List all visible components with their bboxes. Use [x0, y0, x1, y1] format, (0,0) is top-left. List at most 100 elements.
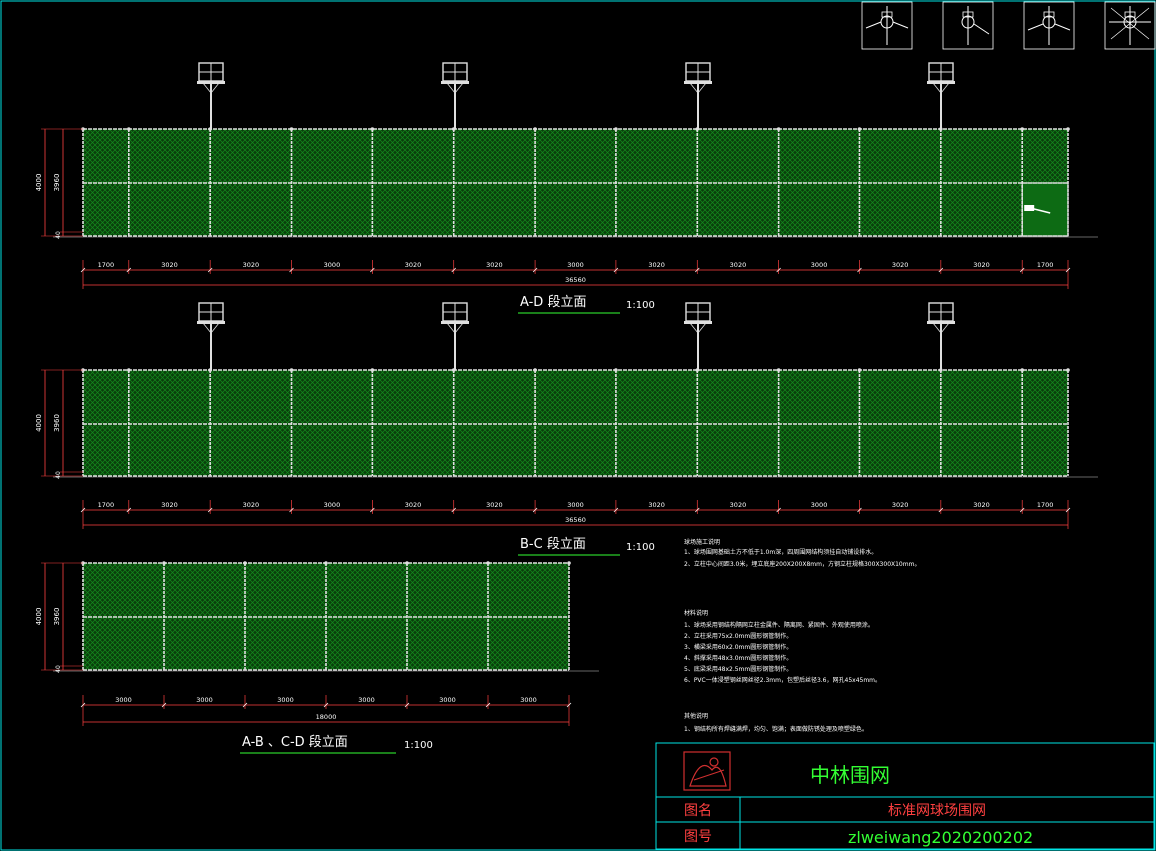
- post-cap: [289, 127, 294, 131]
- detail-bar: [1027, 23, 1044, 31]
- company-name: 中林围网: [810, 763, 890, 787]
- floodlight-icon: [197, 62, 225, 129]
- dimension-total: 18000: [316, 713, 337, 721]
- dimension-base: 40: [55, 665, 62, 673]
- notes-item: 5、底梁采用48x2.5mm圆形钢管制作。: [684, 665, 792, 673]
- notes-materials: 材料说明 1、球场采用钢结构隔网立柱金属件、隔离网、紧固件、外观使用喷涂。 2、…: [684, 609, 881, 684]
- light-base: [684, 81, 712, 84]
- dimension-height-total: 4000: [35, 608, 43, 626]
- notes-item: 3、横梁采用60x2.0mm圆形钢管制作。: [684, 643, 792, 651]
- post-cap: [1020, 368, 1024, 372]
- light-arm: [940, 82, 950, 94]
- elevation-scale: 1:100: [626, 542, 655, 553]
- dimension-segment: 3020: [892, 501, 909, 509]
- mesh-panel: [83, 370, 1068, 476]
- elevation-ab-cd: 4000 3960 40 3000 3000 3000 3000 3000 3000 18000: [35, 561, 599, 726]
- notes-item: 1、球场采用钢结构隔网立柱金属件、隔离网、紧固件、外观使用喷涂。: [684, 621, 874, 629]
- notes-heading: 其他说明: [684, 712, 708, 720]
- dimension-segment: 1700: [98, 261, 115, 269]
- detail-bar: [865, 21, 882, 29]
- dimension-segment: 3000: [358, 696, 375, 704]
- light-arm: [689, 322, 699, 334]
- post-cap: [208, 127, 212, 131]
- drawing-name-label: 图名: [684, 803, 712, 819]
- elevation-title-text: B-C 段立面: [520, 537, 586, 552]
- elevation-scale: 1:100: [626, 300, 655, 311]
- light-base: [441, 81, 469, 84]
- detail-panels: [861, 1, 1156, 50]
- post-cap: [695, 127, 700, 131]
- post-clamp-detail-icon: [861, 1, 913, 50]
- notes-item: 1、钢结构所有焊缝满焊，均匀、饱满；表面做防锈处理及喷塑绿色。: [684, 725, 868, 733]
- light-arm: [202, 82, 212, 94]
- drawing-name-value: 标准网球场围网: [888, 803, 986, 819]
- dimension-segment: 3000: [811, 501, 828, 509]
- light-arm: [210, 82, 220, 94]
- dimension-segment: 3000: [277, 696, 294, 704]
- notes-item: 4、斜撑采用48x3.0mm圆形钢管制作。: [684, 654, 792, 662]
- post-cap: [1020, 127, 1024, 131]
- gate-handle: [1024, 205, 1035, 211]
- light-base: [684, 321, 712, 324]
- light-arm: [454, 322, 464, 334]
- elevation-title-text: A-B 、C-D 段立面: [242, 735, 348, 750]
- notes-heading: 球场施工说明: [684, 538, 720, 546]
- post-cap: [614, 368, 618, 372]
- light-arm: [446, 82, 456, 94]
- elevation-title-bc: B-C 段立面 1:100: [518, 537, 655, 556]
- dimension-segment: 3020: [648, 261, 665, 269]
- elevation-title-ad: A-D 段立面 1:100: [518, 295, 655, 314]
- notes-item: 1、球场围网基础土方不低于1.0m深，四周围网结构须挂自动铺设排水。: [684, 548, 877, 556]
- dimension-segment: 3020: [730, 501, 747, 509]
- floodlight-icon: [197, 302, 225, 370]
- dimension-segment: 3020: [486, 501, 503, 509]
- post-cap: [162, 561, 166, 565]
- tee-clamp-detail-icon: [1023, 1, 1075, 50]
- dimension-height-mesh: 3960: [53, 414, 61, 432]
- elevation-bc: 4000 3960 40 1700 3020 3020 3000 3020 3020 3000 30…: [35, 302, 1098, 529]
- dimension-height-total: 4000: [35, 174, 43, 192]
- light-base: [927, 321, 955, 324]
- post-cap: [243, 561, 247, 565]
- dimension-height-total: 4000: [35, 414, 43, 432]
- notes-construction: 球场施工说明 1、球场围网基础土方不低于1.0m深，四周围网结构须挂自动铺设排水…: [684, 538, 920, 568]
- notes-item: 6、PVC一体浸塑钢丝网丝径2.3mm，包塑后丝径3.6，网孔45x45mm。: [684, 676, 881, 684]
- notes-other: 其他说明 1、钢结构所有焊缝满焊，均匀、饱满；表面做防锈处理及喷塑绿色。: [684, 712, 868, 733]
- detail-bar: [1054, 23, 1071, 31]
- post-cap: [370, 368, 375, 372]
- dimension-segment: 3020: [973, 501, 990, 509]
- post-cap: [567, 561, 571, 565]
- dimension-segment: 3000: [439, 696, 456, 704]
- post-cap: [127, 127, 131, 131]
- post-cap: [1066, 127, 1070, 131]
- dimension-segment: 3020: [405, 501, 422, 509]
- post-cap: [533, 368, 537, 372]
- dimension-segment: 3020: [648, 501, 665, 509]
- post-cap: [533, 127, 537, 131]
- post-cap: [776, 127, 781, 131]
- post-cap: [324, 561, 328, 565]
- dimension-height-mesh: 3960: [53, 174, 61, 192]
- floodlight-icon: [441, 302, 469, 370]
- floodlight-icon: [927, 62, 955, 129]
- post-cap: [1066, 368, 1070, 372]
- detail-bar: [892, 21, 909, 29]
- dimension-segment: 3000: [196, 696, 213, 704]
- post-cap: [695, 368, 700, 372]
- dimension-segment: 3020: [161, 501, 178, 509]
- floodlight-icon: [684, 62, 712, 129]
- light-base: [197, 321, 225, 324]
- dimension-segment: 3020: [243, 261, 260, 269]
- light-arm: [697, 82, 707, 94]
- dimension-segment: 3020: [405, 261, 422, 269]
- post-cap: [370, 127, 375, 131]
- dimension-segment: 3020: [161, 261, 178, 269]
- post-cap: [127, 368, 131, 372]
- dimension-segment: 3000: [567, 261, 584, 269]
- light-arm: [210, 322, 220, 334]
- light-arm: [446, 322, 456, 334]
- cad-drawing: 4000 3960 40 1700 3020 3020 3000 3020 3020 3000 30…: [0, 0, 1156, 851]
- post-cap: [776, 368, 781, 372]
- post-cap: [486, 561, 490, 565]
- dimension-segment: 3020: [730, 261, 747, 269]
